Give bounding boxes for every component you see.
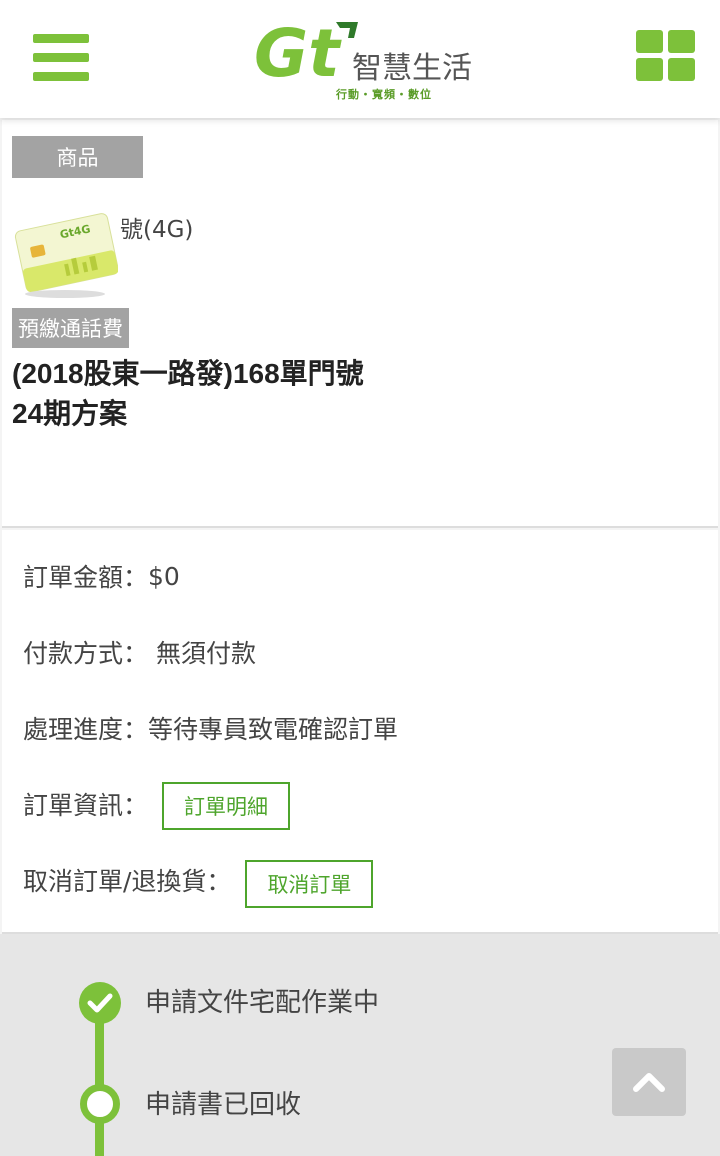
order-amount-value: $0 [148, 561, 180, 591]
order-info-card: 訂單金額： $0 付款方式： 無須付款 處理進度： 等待專員致電確認訂單 訂單資… [2, 530, 718, 934]
cancel-order-label: 取消訂單/退換貨： [23, 867, 232, 896]
category-tag: 預繳通話費 [12, 308, 129, 348]
plan-name-line2: 24期方案 [12, 398, 128, 429]
order-amount-row: 訂單金額： $0 [23, 556, 180, 596]
progress-label: 處理進度： [23, 715, 149, 744]
logo-mark: Gt [254, 15, 342, 92]
cancel-order-row: 取消訂單/退換貨： 取消訂單 [23, 860, 374, 908]
pending-circle-icon [80, 1084, 120, 1124]
sim-card-image: Gt4G [14, 213, 118, 298]
menu-hamburger-icon[interactable] [33, 34, 89, 82]
back-to-top-button[interactable] [612, 1048, 686, 1116]
plan-name-line1: (2018股東一路發)168單門號 [12, 358, 364, 389]
product-title: 號(4G) [120, 217, 194, 243]
payment-method-label: 付款方式： [23, 639, 149, 668]
order-detail-button[interactable]: 訂單明細 [162, 782, 291, 830]
product-card: 商品 Gt4G 號(4G) 預繳通話費 (2018股東一路發)168單門號 24… [2, 120, 718, 528]
app-grid-icon[interactable] [636, 30, 696, 82]
progress-value: 等待專員致電確認訂單 [148, 715, 399, 744]
order-timeline: 申請文件宅配作業中 申請書已回收 [0, 934, 720, 1156]
chevron-up-icon [633, 1073, 665, 1092]
payment-method-row: 付款方式： 無須付款 [23, 632, 256, 672]
logo-tagline: 行動・寬頻・數位 [336, 88, 432, 101]
order-info-row: 訂單資訊： 訂單明細 [23, 782, 291, 830]
timeline-step-2: 申請書已回收 [145, 1090, 302, 1120]
progress-row: 處理進度： 等待專員致電確認訂單 [23, 708, 398, 748]
payment-method-value: 無須付款 [156, 639, 257, 668]
top-header: Gt 智慧生活 行動・寬頻・數位 [0, 0, 720, 118]
order-amount-label: 訂單金額： [23, 563, 149, 592]
product-tag: 商品 [12, 136, 143, 178]
checkmark-icon [79, 982, 121, 1024]
cancel-order-button[interactable]: 取消訂單 [245, 860, 374, 908]
logo-text: 智慧生活 [352, 51, 472, 86]
timeline-step-1: 申請文件宅配作業中 [145, 988, 380, 1018]
plan-name: (2018股東一路發)168單門號 24期方案 [12, 354, 572, 434]
order-info-label: 訂單資訊： [23, 791, 149, 820]
